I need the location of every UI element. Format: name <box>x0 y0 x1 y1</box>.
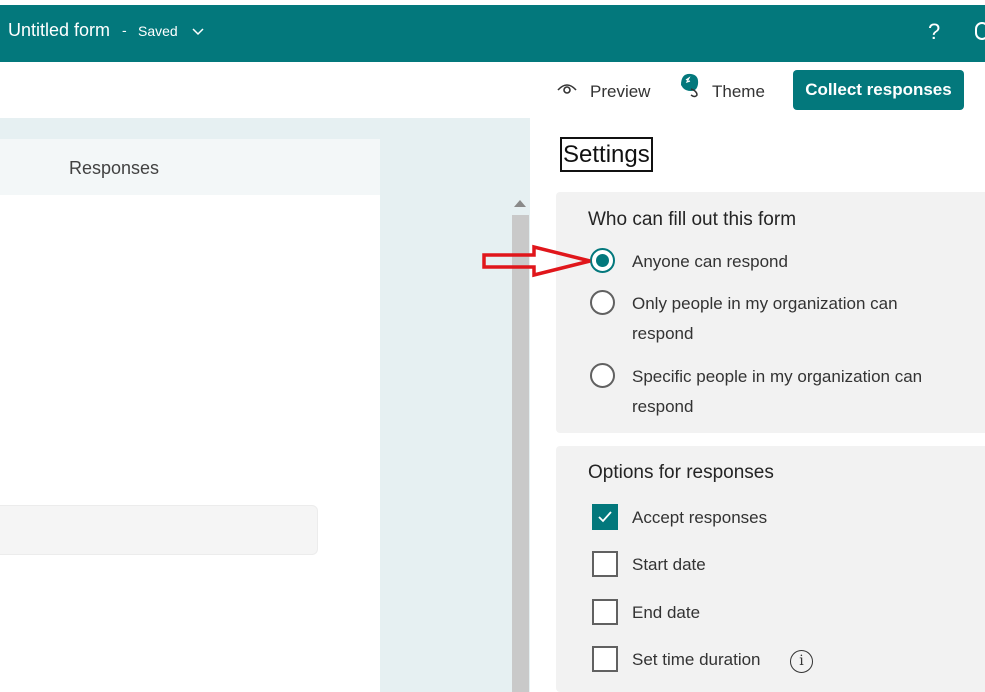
checkbox-start-date[interactable] <box>592 551 618 577</box>
checkbox-label-time-duration[interactable]: Set time duration <box>632 645 761 675</box>
form-field-placeholder[interactable] <box>0 505 318 555</box>
radio-label-org-only-cont[interactable]: respond <box>632 319 693 349</box>
checkbox-label-start-date[interactable]: Start date <box>632 550 706 580</box>
radio-label-anyone[interactable]: Anyone can respond <box>632 247 788 277</box>
form-title[interactable]: Untitled form <box>8 20 110 41</box>
title-separator: - <box>122 22 127 38</box>
form-canvas <box>0 195 380 692</box>
theme-button[interactable]: Theme <box>712 82 765 102</box>
eye-icon[interactable] <box>556 80 578 96</box>
settings-title: Settings <box>560 137 653 172</box>
checkbox-label-accept[interactable]: Accept responses <box>632 503 767 533</box>
chevron-down-icon[interactable] <box>191 24 205 38</box>
theme-icon[interactable] <box>677 71 701 99</box>
annotation-arrow-icon <box>482 244 591 278</box>
account-icon[interactable] <box>975 22 985 40</box>
help-icon[interactable]: ? <box>928 19 940 45</box>
who-can-fill-heading: Who can fill out this form <box>588 209 797 230</box>
checkmark-icon <box>598 511 612 523</box>
info-icon[interactable]: i <box>790 650 813 673</box>
form-tabs <box>0 139 380 195</box>
radio-label-org-only[interactable]: Only people in my organization can <box>632 289 898 319</box>
tab-responses[interactable]: Responses <box>69 158 159 179</box>
collect-responses-button[interactable]: Collect responses <box>793 70 964 110</box>
scroll-up-icon[interactable] <box>514 200 526 207</box>
radio-org-only[interactable] <box>590 290 615 315</box>
radio-label-specific-cont[interactable]: respond <box>632 392 693 422</box>
radio-label-specific[interactable]: Specific people in my organization can <box>632 362 922 392</box>
checkbox-accept-responses[interactable] <box>592 504 618 530</box>
checkbox-time-duration[interactable] <box>592 646 618 672</box>
checkbox-end-date[interactable] <box>592 599 618 625</box>
checkbox-label-end-date[interactable]: End date <box>632 598 700 628</box>
preview-button[interactable]: Preview <box>590 82 650 102</box>
save-status: Saved <box>138 23 178 39</box>
response-options-heading: Options for responses <box>588 462 774 483</box>
radio-specific-people[interactable] <box>590 363 615 388</box>
